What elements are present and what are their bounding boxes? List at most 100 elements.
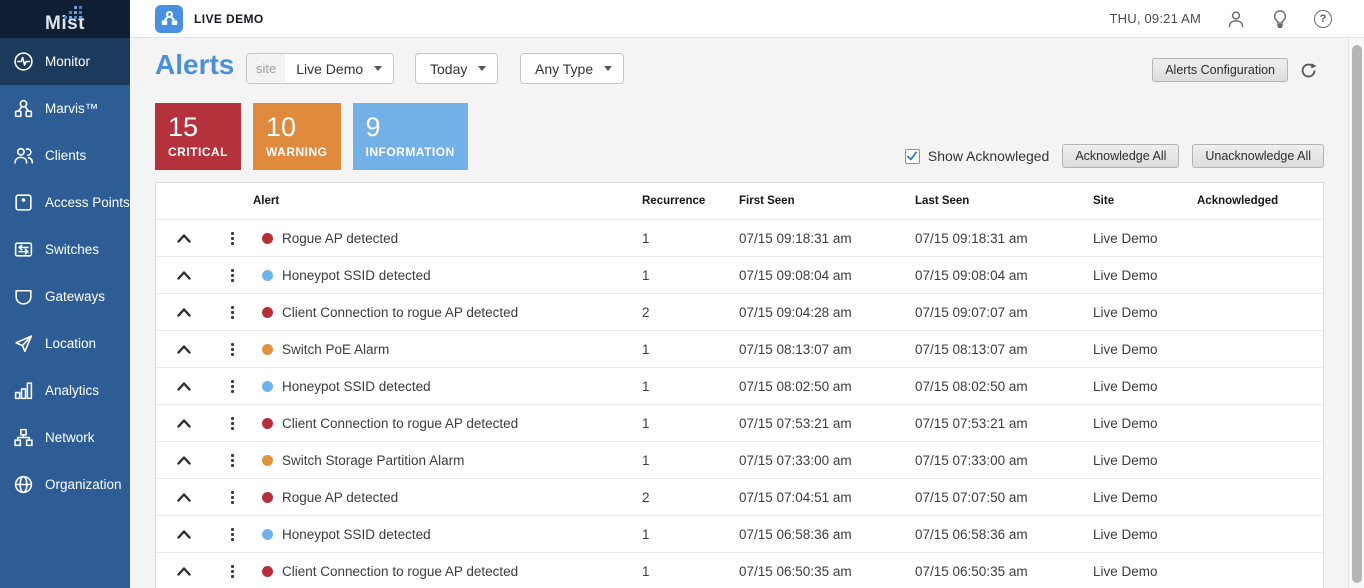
severity-dot (262, 454, 273, 466)
severity-dot (262, 306, 273, 318)
acknowledge-controls: Show Acknowleged Acknowledge All Unackno… (904, 144, 1324, 168)
refresh-icon[interactable] (1300, 62, 1317, 84)
show-acknowledged-checkbox[interactable] (904, 148, 920, 164)
collapse-chevron-icon[interactable] (156, 270, 211, 280)
collapse-chevron-icon[interactable] (156, 492, 211, 502)
sidebar-item-marvis[interactable]: Marvis™ (0, 85, 130, 132)
topbar-right: THU, 09:21 AM ? (1110, 9, 1332, 29)
sidebar-item-label: Switches (45, 242, 100, 257)
page-title: Alerts (155, 49, 235, 80)
collapse-chevron-icon[interactable] (156, 529, 211, 539)
row-menu-icon[interactable] (230, 490, 234, 504)
sidebar-item-monitor[interactable]: Monitor (0, 38, 130, 85)
sidebar-item-network[interactable]: Network (0, 414, 130, 461)
severity-dot (262, 491, 273, 503)
information-label: INFORMATION (365, 145, 455, 159)
row-menu-icon[interactable] (230, 268, 234, 282)
row-menu-icon[interactable] (230, 379, 234, 393)
collapse-chevron-icon[interactable] (156, 233, 211, 243)
org-selector[interactable]: LIVE DEMO (155, 4, 264, 33)
sidebar-item-label: Gateways (45, 289, 106, 304)
alert-name: Client Connection to rogue AP detected (282, 304, 519, 320)
alert-first-seen: 07/15 08:02:50 am (739, 378, 852, 394)
sidebar-item-switches[interactable]: Switches (0, 226, 130, 273)
alert-site: Live Demo (1093, 526, 1158, 542)
table-row[interactable]: Client Connection to rogue AP detected 2… (156, 293, 1323, 330)
help-icon[interactable]: ? (1314, 9, 1332, 28)
alert-last-seen: 07/15 07:53:21 am (915, 415, 1028, 431)
alert-recurrence: 1 (642, 526, 650, 542)
lightbulb-icon[interactable] (1271, 9, 1289, 29)
alert-site: Live Demo (1093, 415, 1158, 431)
collapse-chevron-icon[interactable] (156, 455, 211, 465)
acknowledge-all-button[interactable]: Acknowledge All (1062, 144, 1180, 168)
alerts-configuration-button[interactable]: Alerts Configuration (1152, 58, 1288, 82)
row-menu-icon[interactable] (230, 416, 234, 430)
alert-site: Live Demo (1093, 489, 1158, 505)
caret-down-icon (478, 66, 487, 71)
site-filter-dropdown[interactable]: site Live Demo (246, 53, 395, 84)
warning-badge[interactable]: 10 WARNING (253, 103, 341, 170)
collapse-chevron-icon[interactable] (156, 381, 211, 391)
gateways-icon (15, 289, 32, 305)
alert-last-seen: 07/15 08:13:07 am (915, 341, 1028, 357)
sidebar-item-gateways[interactable]: Gateways (0, 273, 130, 320)
row-menu-icon[interactable] (230, 342, 234, 356)
alert-recurrence: 1 (642, 452, 650, 468)
time-filter-value: Today (430, 60, 468, 77)
sidebar-item-clients[interactable]: Clients (0, 132, 130, 179)
alert-last-seen: 07/15 09:08:04 am (915, 267, 1028, 283)
alert-last-seen: 07/15 07:07:50 am (915, 489, 1028, 505)
show-acknowledged-toggle[interactable]: Show Acknowleged (904, 148, 1049, 164)
alert-site: Live Demo (1093, 378, 1158, 394)
time-filter-dropdown[interactable]: Today (415, 53, 499, 84)
sidebar-item-organization[interactable]: Organization (0, 461, 130, 508)
mist-logo[interactable]: Mist (0, 0, 130, 38)
collapse-chevron-icon[interactable] (156, 418, 211, 428)
sidebar-item-analytics[interactable]: Analytics (0, 367, 130, 414)
alert-summary-badges: 15 CRITICAL 10 WARNING 9 INFORMATION (155, 103, 468, 170)
topbar: LIVE DEMO THU, 09:21 AM ? (130, 0, 1364, 38)
sidebar-item-label: Network (45, 430, 95, 445)
table-row[interactable]: Switch PoE Alarm 1 07/15 08:13:07 am 07/… (156, 330, 1323, 367)
row-menu-icon[interactable] (230, 564, 234, 578)
critical-count: 15 (168, 112, 199, 142)
alert-last-seen: 07/15 08:02:50 am (915, 378, 1028, 394)
row-menu-icon[interactable] (230, 453, 234, 467)
table-row[interactable]: Honeypot SSID detected 1 07/15 08:02:50 … (156, 367, 1323, 404)
sidebar-item-label: Marvis™ (45, 101, 99, 116)
sidebar-item-location[interactable]: Location (0, 320, 130, 367)
collapse-chevron-icon[interactable] (156, 566, 211, 576)
table-row[interactable]: Honeypot SSID detected 1 07/15 09:08:04 … (156, 256, 1323, 293)
table-row[interactable]: Client Connection to rogue AP detected 1… (156, 404, 1323, 441)
scrollbar-thumb[interactable] (1351, 45, 1362, 583)
row-menu-icon[interactable] (230, 527, 234, 541)
unacknowledge-all-button[interactable]: Unacknowledge All (1192, 144, 1324, 168)
collapse-chevron-icon[interactable] (156, 307, 211, 317)
row-menu-icon[interactable] (230, 305, 234, 319)
main-content: Alerts site Live Demo Today Any Type Ale… (130, 38, 1348, 588)
alert-site: Live Demo (1093, 267, 1158, 283)
org-logo-icon (155, 4, 183, 33)
critical-badge[interactable]: 15 CRITICAL (155, 103, 241, 170)
table-row[interactable]: Client Connection to rogue AP detected 1… (156, 552, 1323, 588)
table-row[interactable]: Honeypot SSID detected 1 07/15 06:58:36 … (156, 515, 1323, 552)
sidebar: Mist Monitor Marvis™ Clients Access Poin… (0, 0, 130, 588)
table-row[interactable]: Rogue AP detected 2 07/15 07:04:51 am 07… (156, 478, 1323, 515)
organization-icon (14, 475, 33, 494)
user-icon[interactable] (1226, 9, 1246, 29)
page-scrollbar[interactable] (1348, 38, 1364, 588)
column-header-first-seen: First Seen (739, 195, 795, 207)
collapse-chevron-icon[interactable] (156, 344, 211, 354)
sidebar-item-access-points[interactable]: Access Points (0, 179, 130, 226)
table-row[interactable]: Switch Storage Partition Alarm 1 07/15 0… (156, 441, 1323, 478)
table-row[interactable]: Rogue AP detected 1 07/15 09:18:31 am 07… (156, 219, 1323, 256)
severity-dot (262, 528, 273, 540)
information-badge[interactable]: 9 INFORMATION (352, 103, 468, 170)
type-filter-dropdown[interactable]: Any Type (520, 53, 625, 84)
analytics-icon (14, 382, 33, 400)
alert-name: Switch PoE Alarm (282, 341, 390, 357)
row-menu-icon[interactable] (230, 231, 234, 245)
alert-site: Live Demo (1093, 304, 1158, 320)
alert-recurrence: 2 (642, 304, 650, 320)
